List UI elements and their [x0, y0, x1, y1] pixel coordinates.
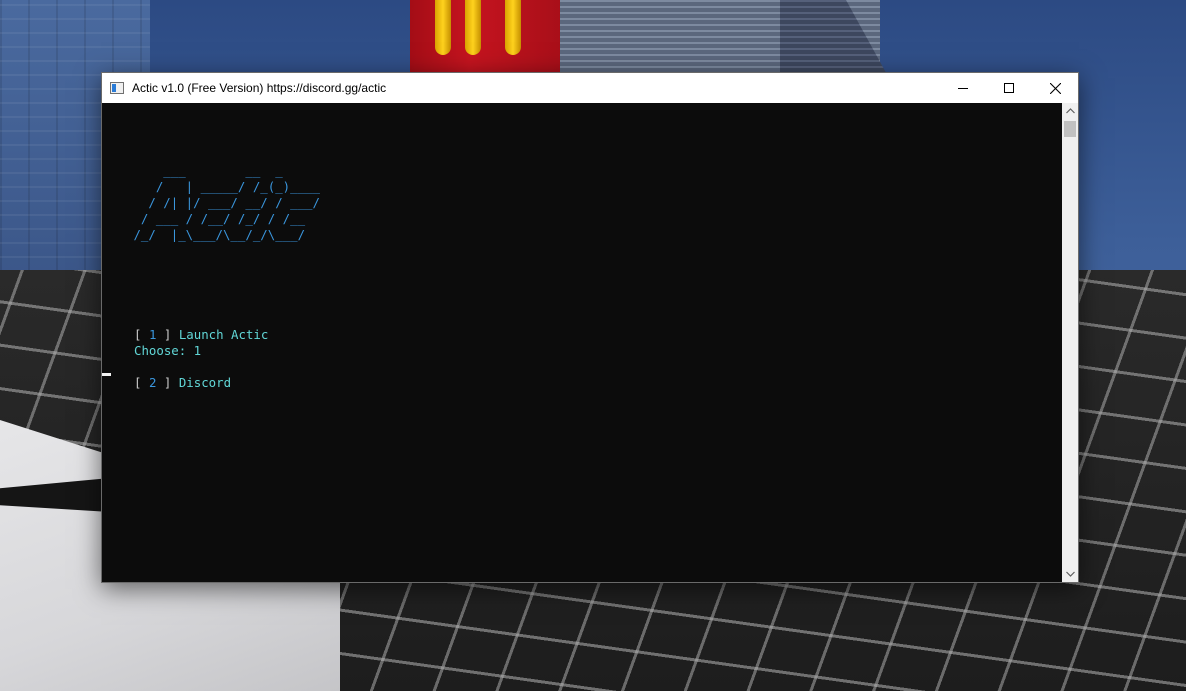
text-cursor: [102, 373, 111, 376]
bracket-open: [: [134, 327, 142, 342]
window-title: Actic v1.0 (Free Version) https://discor…: [132, 81, 387, 95]
restaurant-sign: [410, 0, 560, 74]
maximize-icon: [1004, 83, 1014, 93]
option-number: 1: [148, 327, 157, 342]
menu-option-launch: [ 1 ] Launch Actic: [134, 327, 268, 343]
close-icon: [1049, 82, 1061, 94]
scroll-down-button[interactable]: [1062, 566, 1078, 582]
maximize-button[interactable]: [986, 73, 1032, 103]
ascii-logo: ___ __ _ / | _____/ /_(_)____ / /| |/ __…: [133, 163, 320, 242]
caption-buttons: [940, 73, 1078, 103]
menu-option-discord: [ 2 ] Discord: [134, 375, 268, 391]
chevron-down-icon: [1065, 571, 1075, 577]
close-button[interactable]: [1032, 73, 1078, 103]
bracket-open: [: [134, 375, 142, 390]
title-bar[interactable]: Actic v1.0 (Free Version) https://discor…: [102, 73, 1078, 103]
option-label: Discord: [178, 375, 232, 390]
sign-arch-left: [435, 0, 451, 55]
scroll-up-button[interactable]: [1062, 103, 1078, 119]
option-label: Launch Actic: [178, 327, 269, 342]
bracket-close: ]: [163, 375, 172, 390]
menu-options: [ 1 ] Launch Actic [ 2 ] Discord: [134, 295, 268, 423]
chevron-up-icon: [1065, 108, 1075, 114]
minimize-button[interactable]: [940, 73, 986, 103]
console-output[interactable]: ___ __ _ / | _____/ /_(_)____ / /| |/ __…: [102, 103, 1062, 582]
minimize-icon: [958, 88, 968, 89]
sign-arch-right: [505, 0, 521, 55]
choice-prompt: Choose: 1: [134, 343, 202, 358]
scroll-thumb[interactable]: [1064, 121, 1076, 137]
vertical-scrollbar[interactable]: [1062, 103, 1078, 582]
bracket-close: ]: [163, 327, 172, 342]
console-window[interactable]: Actic v1.0 (Free Version) https://discor…: [101, 72, 1079, 583]
option-number: 2: [148, 375, 157, 390]
sign-arch-mid: [465, 0, 481, 55]
console-app-icon[interactable]: [110, 82, 124, 94]
